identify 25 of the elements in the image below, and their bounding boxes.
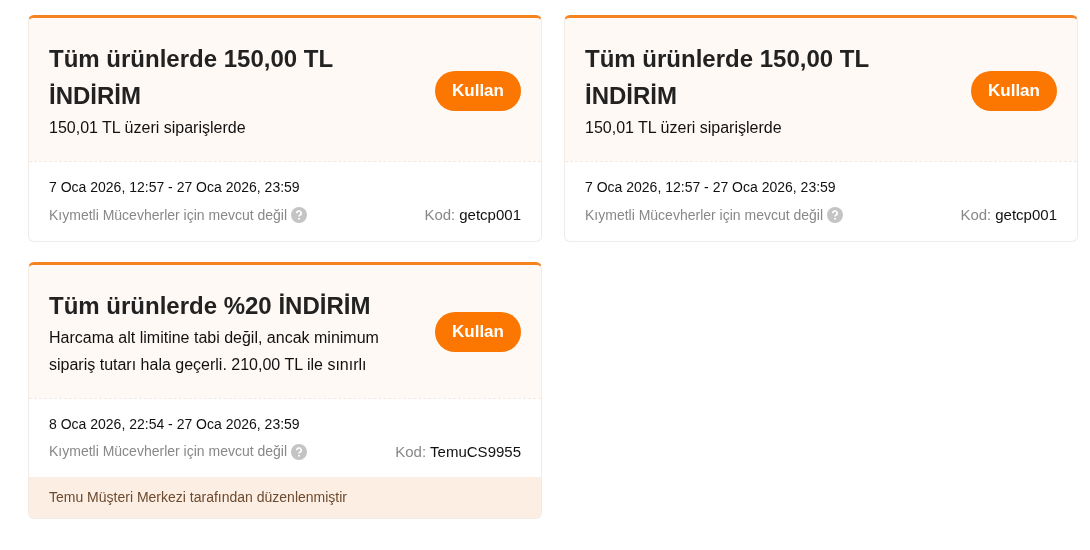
help-icon[interactable] (291, 207, 308, 224)
coupon-code: getcp001 (995, 205, 1057, 225)
coupon-title: Tüm ürünlerde 150,00 TL İNDİRİM (49, 44, 334, 111)
coupon-title: Tüm ürünlerde 150,00 TL İNDİRİM (585, 44, 870, 111)
coupon-title: Tüm ürünlerde %20 İNDİRİM (49, 290, 372, 321)
help-icon[interactable] (827, 207, 844, 224)
code-label: Kod: (960, 205, 992, 225)
use-button[interactable]: Kullan (435, 312, 521, 352)
code-label: Kod: (424, 205, 456, 225)
coupon-condition: 150,01 TL üzeri siparişlerde (49, 118, 247, 138)
help-icon[interactable] (291, 443, 308, 460)
exclusion-note: Kıymetli Mücevherler için mevcut değil (49, 442, 288, 462)
issuer-banner: Temu Müşteri Merkezi tarafından düzenlenmiştir (29, 477, 541, 518)
exclusion-note: Kıymetli Mücevherler için mevcut değil (585, 205, 824, 225)
validity-dates: 7 Oca 2026, 12:57 - 27 Oca 2026, 23:59 (585, 178, 837, 197)
use-button[interactable]: Kullan (971, 70, 1057, 111)
coupon-condition: 150,01 TL üzeri siparişlerde (585, 118, 783, 138)
coupon-code: getcp001 (459, 205, 521, 225)
exclusion-note: Kıymetli Mücevherler için mevcut değil (49, 205, 288, 225)
use-button[interactable]: Kullan (435, 70, 521, 111)
validity-dates: 7 Oca 2026, 12:57 - 27 Oca 2026, 23:59 (49, 178, 301, 197)
validity-dates: 8 Oca 2026, 22:54 - 27 Oca 2026, 23:59 (49, 414, 301, 434)
coupon-condition: Harcama alt limitine tabi değil, ancak minimum sipariş tutarı hala geçerli. 210,00 TL ile sınırlı (49, 327, 380, 375)
code-label: Kod: (395, 441, 427, 462)
coupon-code: TemuCS9955 (430, 441, 521, 462)
